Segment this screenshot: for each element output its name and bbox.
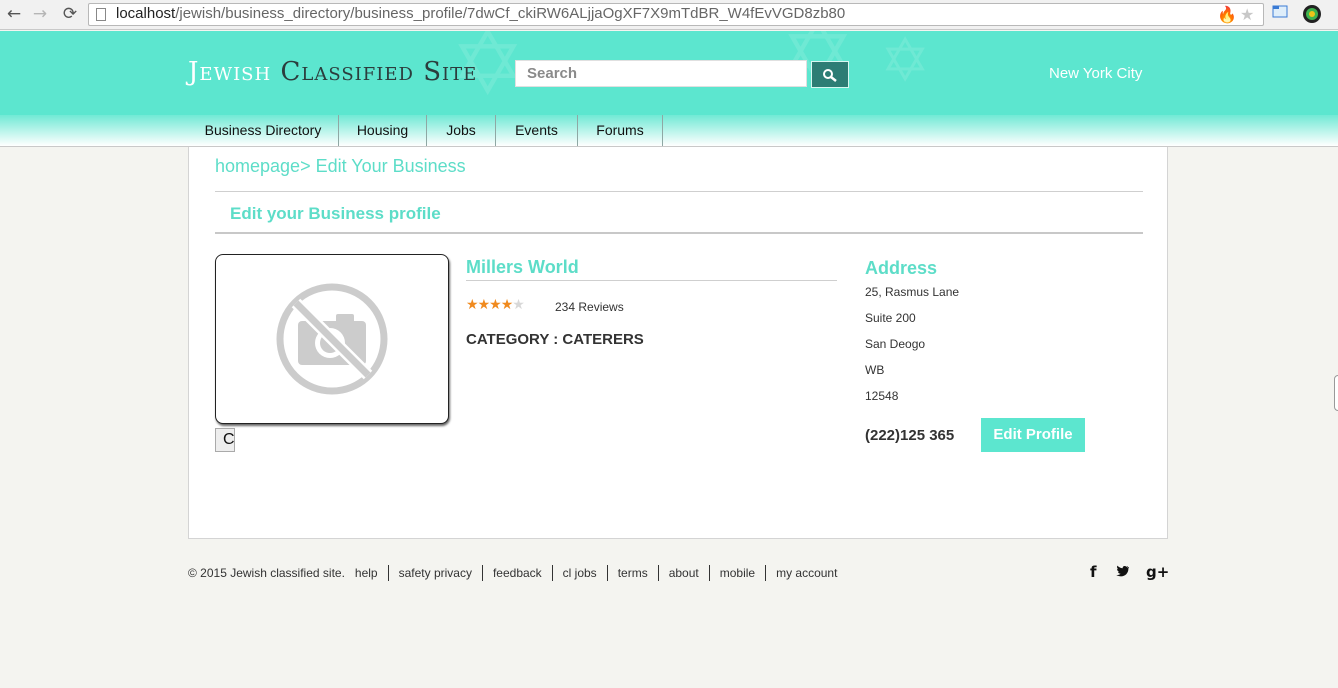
footer-link-terms[interactable]: terms <box>606 565 658 581</box>
page-icon <box>96 8 106 21</box>
divider <box>215 232 1143 234</box>
change-photo-button[interactable]: C <box>215 428 235 452</box>
content-panel: homepage> Edit Your Business Edit your B… <box>188 147 1168 539</box>
forward-arrow-icon[interactable]: → <box>30 4 50 24</box>
address-line: WB <box>865 363 885 377</box>
logo-word-1: Jewish <box>188 57 272 87</box>
footer-link-mobile[interactable]: mobile <box>708 565 765 581</box>
site-header: ✡ ✡ ✡ Jewish Classified Site New York Ci… <box>0 31 1338 115</box>
star-icon: ★ <box>489 297 502 313</box>
url-text[interactable]: localhost/jewish/business_directory/busi… <box>116 5 845 22</box>
footer-link-about[interactable]: about <box>657 565 709 581</box>
footer-link-help[interactable]: help <box>355 565 388 581</box>
search-icon <box>823 68 837 82</box>
business-name: Millers World <box>466 257 579 277</box>
main-nav: Business Directory Housing Jobs Events F… <box>0 115 1338 147</box>
page-title: Edit your Business profile <box>230 204 441 223</box>
reviews-count[interactable]: 234 Reviews <box>555 300 624 314</box>
reload-icon[interactable]: ⟳ <box>60 4 80 24</box>
scrollbar-handle[interactable] <box>1334 375 1338 411</box>
search-input[interactable] <box>515 60 807 87</box>
star-icon: ★ <box>512 297 525 313</box>
url-path: /jewish/business_directory/business_prof… <box>175 5 846 22</box>
site-logo[interactable]: Jewish Classified Site <box>188 57 477 87</box>
search-button[interactable] <box>811 61 849 88</box>
rating-stars: ★★★★★ <box>466 297 525 313</box>
footer-link-cl-jobs[interactable]: cl jobs <box>551 565 607 581</box>
nav-item-forums[interactable]: Forums <box>578 115 663 146</box>
copyright: © 2015 Jewish classified site. <box>188 566 345 580</box>
google-plus-icon[interactable]: g+ <box>1146 563 1169 581</box>
footer-link-my-account[interactable]: my account <box>765 565 847 581</box>
url-host: localhost <box>116 5 176 22</box>
star-of-david-decoration-icon: ✡ <box>880 31 931 96</box>
footer-link-safety-privacy[interactable]: safety privacy <box>387 565 482 581</box>
address-line: 25, Rasmus Lane <box>865 285 960 299</box>
browser-toolbar: ← → ⟳ localhost/jewish/business_director… <box>0 0 1338 30</box>
nav-item-events[interactable]: Events <box>496 115 578 146</box>
nav-item-housing[interactable]: Housing <box>339 115 427 146</box>
footer: © 2015 Jewish classified site. help safe… <box>188 565 847 581</box>
nav-item-jobs[interactable]: Jobs <box>427 115 496 146</box>
address-title: Address <box>865 258 938 278</box>
camera-extension-icon[interactable] <box>1302 4 1322 24</box>
logo-word-2: Classified Site <box>280 57 478 87</box>
extension-icon[interactable] <box>1270 4 1290 24</box>
no-photo-icon <box>276 283 388 395</box>
divider <box>466 280 837 281</box>
address-line: San Deogo <box>865 337 926 351</box>
phone-number: (222)125 365 <box>865 427 955 444</box>
back-arrow-icon[interactable]: ← <box>4 4 24 24</box>
address-line: 12548 <box>865 389 899 403</box>
edit-profile-button[interactable]: Edit Profile <box>981 418 1085 452</box>
facebook-icon[interactable]: f <box>1090 563 1097 581</box>
twitter-icon[interactable] <box>1116 563 1130 581</box>
footer-link-feedback[interactable]: feedback <box>481 565 552 581</box>
divider <box>215 191 1143 192</box>
address-bar[interactable]: localhost/jewish/business_directory/busi… <box>88 3 1264 26</box>
star-icon: ★ <box>500 297 514 313</box>
star-icon: ★ <box>466 297 479 313</box>
nav-item-business-directory[interactable]: Business Directory <box>188 115 339 146</box>
bookmark-star-icon[interactable]: ★ <box>1240 5 1254 24</box>
business-category: CATEGORY : CATERERS <box>466 331 644 348</box>
address-line: Suite 200 <box>865 311 916 325</box>
city-selector[interactable]: New York City <box>1049 65 1142 82</box>
breadcrumb[interactable]: homepage> Edit Your Business <box>215 156 466 177</box>
flame-icon[interactable]: 🔥 <box>1217 5 1237 24</box>
star-icon: ★ <box>477 297 491 313</box>
business-photo[interactable] <box>215 254 449 424</box>
